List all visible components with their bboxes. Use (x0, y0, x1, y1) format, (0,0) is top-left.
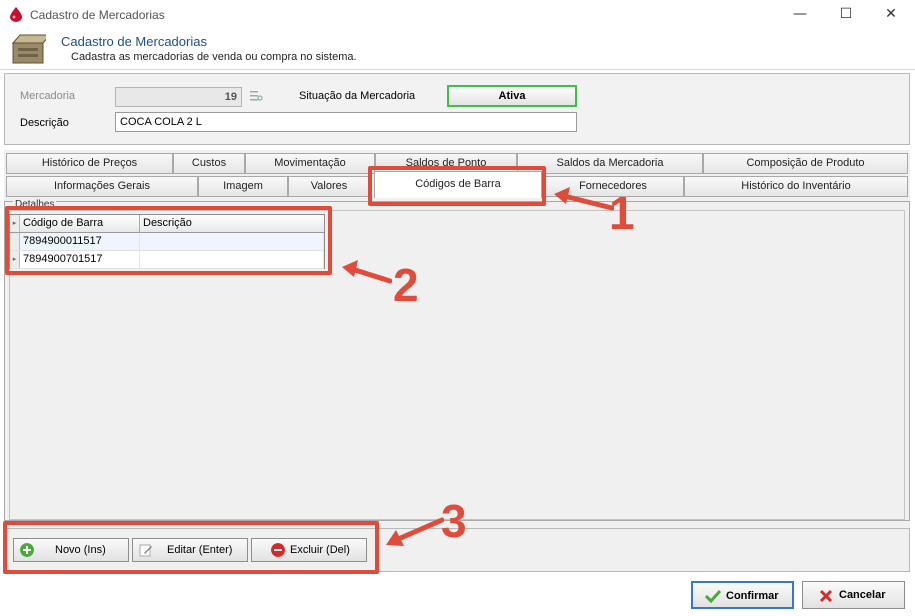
list-settings-icon[interactable] (249, 88, 263, 102)
title-bar: Cadastro de Mercadorias — ☐ ✕ (0, 0, 915, 30)
page-subtitle: Cadastra as mercadorias de venda ou comp… (71, 51, 357, 63)
tab-custos[interactable]: Custos (173, 153, 245, 174)
edit-icon (139, 544, 152, 557)
grid-header: ▸ Código de Barra Descrição (10, 215, 324, 233)
x-icon (819, 589, 833, 603)
annotation-number-3: 3 (441, 495, 467, 547)
page-header: Cadastro de Mercadorias Cadastra as merc… (0, 30, 915, 70)
situacao-status-button[interactable]: Ativa (447, 85, 577, 107)
tab-informacoes-gerais[interactable]: Informações Gerais (6, 176, 198, 197)
tab-saldos-mercadoria[interactable]: Saldos da Mercadoria (517, 153, 703, 174)
descricao-field[interactable]: COCA COLA 2 L (115, 112, 577, 132)
editar-label: Editar (Enter) (167, 544, 233, 556)
cell-descricao[interactable] (140, 233, 324, 250)
novo-label: Novo (Ins) (55, 544, 106, 556)
confirmar-button[interactable]: Confirmar (691, 581, 794, 609)
minus-red-icon (271, 543, 285, 557)
excluir-label: Excluir (Del) (290, 544, 350, 556)
novo-button[interactable]: Novo (Ins) (13, 538, 129, 562)
tab-historico-precos[interactable]: Histórico de Preços (6, 153, 173, 174)
merchandise-form: Mercadoria 19 Situação da Mercadoria Ati… (4, 73, 910, 145)
cell-codigo[interactable]: 7894900701517 (20, 251, 140, 268)
tab-composicao-produto[interactable]: Composição de Produto (703, 153, 908, 174)
mercadoria-code-field: 19 (115, 87, 242, 107)
arrow-3-icon (386, 517, 444, 546)
mercadoria-label: Mercadoria (20, 90, 76, 102)
confirmar-label: Confirmar (726, 590, 779, 602)
annotation-number-2: 2 (393, 259, 419, 311)
barcode-grid[interactable]: ▸ Código de Barra Descrição 789490001151… (9, 214, 325, 269)
table-row[interactable]: 7894900011517 (10, 233, 324, 251)
check-icon (705, 589, 721, 603)
column-codigo-barra[interactable]: Código de Barra (20, 215, 140, 233)
maximize-button[interactable]: ☐ (831, 4, 861, 24)
arrow-2-icon (342, 260, 392, 284)
minimize-button[interactable]: — (785, 4, 815, 24)
tab-saldos-ponto[interactable]: Saldos de Ponto (375, 153, 517, 167)
cancelar-button[interactable]: Cancelar (802, 581, 905, 609)
tab-historico-inventario[interactable]: Histórico do Inventário (684, 176, 908, 197)
tab-codigos-barra[interactable]: Códigos de Barra (374, 171, 542, 198)
cell-descricao[interactable] (140, 251, 324, 268)
app-drop-icon (10, 7, 22, 22)
row-indicator (10, 233, 20, 250)
row-indicator: ▸ (10, 251, 20, 268)
excluir-button[interactable]: Excluir (Del) (251, 538, 367, 562)
close-button[interactable]: ✕ (876, 4, 906, 24)
column-descricao[interactable]: Descrição (140, 215, 324, 233)
tab-imagem[interactable]: Imagem (198, 176, 288, 197)
plus-green-icon (20, 543, 34, 557)
tab-movimentacao[interactable]: Movimentação (245, 153, 375, 174)
descricao-label: Descrição (20, 117, 69, 129)
editar-button[interactable]: Editar (Enter) (132, 538, 248, 562)
tab-valores[interactable]: Valores (288, 176, 370, 197)
annotation-number-1: 1 (609, 187, 635, 239)
arrow-1-icon (554, 187, 614, 211)
table-row[interactable]: ▸ 7894900701517 (10, 251, 324, 269)
window-title: Cadastro de Mercadorias (30, 8, 165, 22)
cancelar-label: Cancelar (839, 589, 886, 601)
situacao-label: Situação da Mercadoria (299, 90, 416, 102)
grid-corner: ▸ (10, 215, 20, 232)
page-title: Cadastro de Mercadorias (61, 34, 207, 49)
details-caption: Detalhes (13, 199, 57, 210)
box-icon (11, 34, 46, 64)
cell-codigo[interactable]: 7894900011517 (20, 233, 140, 250)
